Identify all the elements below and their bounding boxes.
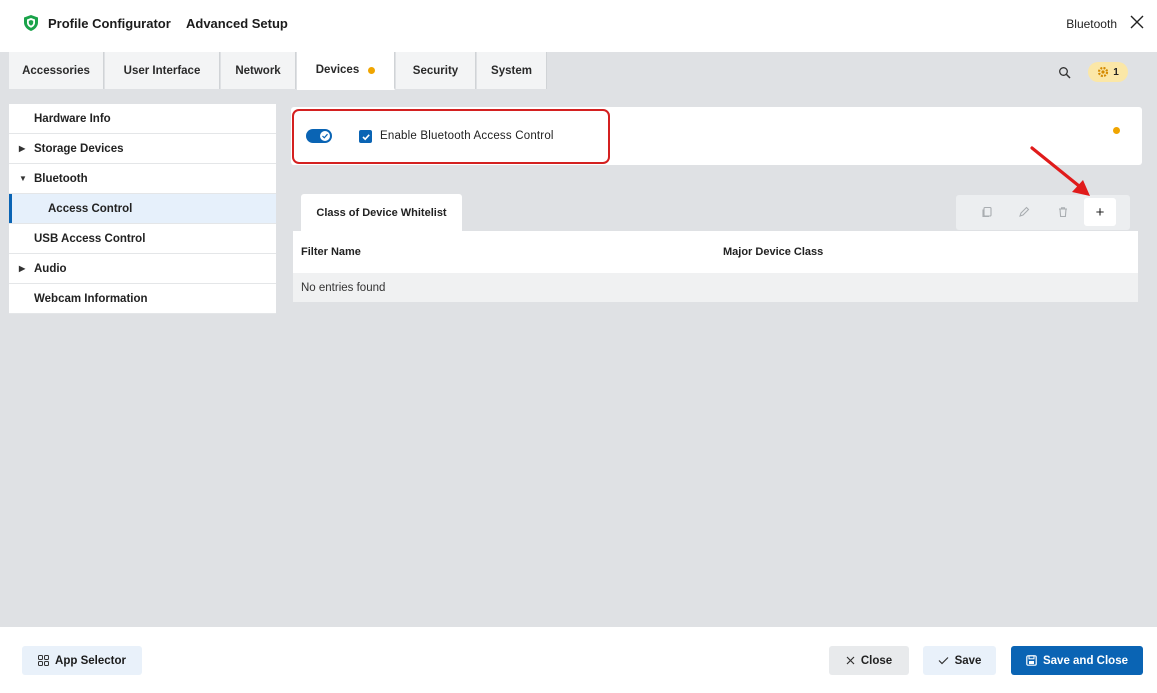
- sidebar-item-access-control[interactable]: Access Control: [9, 194, 276, 224]
- close-button[interactable]: Close: [829, 646, 909, 675]
- tab-user-interface[interactable]: User Interface: [105, 52, 220, 89]
- add-label: +: [1095, 203, 1105, 221]
- sidebar: Hardware Info ▶ Storage Devices ▼ Bluetoot…: [9, 104, 276, 314]
- sidebar-item-label: Webcam Information: [34, 292, 148, 305]
- tab-label: System: [491, 64, 532, 77]
- tab-devices[interactable]: Devices: [297, 52, 395, 90]
- sidebar-item-bluetooth[interactable]: ▼ Bluetooth: [9, 164, 276, 194]
- copy-icon: [982, 206, 992, 218]
- caret-right-icon: ▶: [19, 264, 26, 273]
- close-window-icon[interactable]: [1129, 14, 1145, 30]
- tab-network[interactable]: Network: [221, 52, 296, 89]
- context-label: Bluetooth: [1066, 17, 1117, 31]
- check-icon: [938, 657, 948, 665]
- page-subtitle: Advanced Setup: [186, 16, 288, 31]
- sidebar-item-webcam-information[interactable]: Webcam Information: [9, 284, 276, 314]
- gear-icon: [1098, 66, 1109, 78]
- table-row: No entries found: [293, 273, 1138, 302]
- check-icon: [322, 133, 328, 139]
- enable-checkbox[interactable]: [359, 130, 372, 143]
- tab-label: Security: [412, 64, 459, 77]
- tab-label: Devices: [315, 64, 360, 76]
- sidebar-item-audio[interactable]: ▶ Audio: [9, 254, 276, 284]
- column-major-device-class[interactable]: Major Device Class: [723, 246, 823, 258]
- modified-dot: [368, 66, 376, 74]
- app-selector-button[interactable]: App Selector: [22, 646, 142, 675]
- tab-system[interactable]: System: [477, 52, 547, 89]
- caret-right-icon: ▶: [19, 144, 26, 153]
- save-disk-icon: [1026, 655, 1037, 666]
- search-icon[interactable]: [1058, 66, 1072, 80]
- sidebar-item-storage-devices[interactable]: ▶ Storage Devices: [9, 134, 276, 164]
- whitelist-table: Filter Name Major Device Class No entrie…: [293, 231, 1138, 302]
- sidebar-item-label: Access Control: [48, 202, 133, 215]
- enable-toggle[interactable]: [306, 129, 332, 143]
- app-title: Profile Configurator: [48, 16, 171, 31]
- shield-logo-icon: [24, 15, 38, 31]
- pencil-icon: [1019, 206, 1030, 217]
- close-icon: [846, 656, 855, 665]
- tab-accessories[interactable]: Accessories: [9, 52, 104, 89]
- tab-bar: Accessories User Interface Network Devic…: [0, 52, 1157, 90]
- grid-icon: [38, 655, 50, 666]
- delete-button[interactable]: [1052, 201, 1074, 223]
- sidebar-item-label: Storage Devices: [34, 142, 124, 155]
- trash-icon: [1059, 207, 1067, 218]
- table-toolbar: +: [956, 195, 1130, 230]
- tab-label: Network: [235, 64, 281, 77]
- edit-button[interactable]: [1013, 201, 1035, 223]
- footer-bar: App Selector Close Save Save and Close: [0, 627, 1157, 693]
- tab-label: Class of Device Whitelist: [316, 206, 447, 219]
- notifications-badge[interactable]: 1: [1088, 62, 1128, 82]
- toggle-knob: [320, 131, 330, 141]
- enable-card: Enable Bluetooth Access Control: [291, 107, 1142, 165]
- notification-count: 1: [1113, 66, 1119, 78]
- modified-dot: [1113, 127, 1120, 134]
- caret-down-icon: ▼: [19, 174, 27, 183]
- empty-message: No entries found: [301, 282, 386, 294]
- column-filter-name[interactable]: Filter Name: [301, 246, 361, 258]
- copy-button[interactable]: [976, 201, 998, 223]
- sidebar-item-label: Hardware Info: [34, 112, 111, 125]
- tab-label: User Interface: [123, 64, 201, 77]
- checkmark-icon: [361, 133, 370, 140]
- sidebar-item-usb-access-control[interactable]: USB Access Control: [9, 224, 276, 254]
- app-header: Profile Configurator Advanced Setup Blue…: [0, 0, 1157, 52]
- save-button[interactable]: Save: [923, 646, 996, 675]
- tab-security[interactable]: Security: [396, 52, 476, 89]
- tab-label: Accessories: [22, 64, 90, 77]
- enable-label: Enable Bluetooth Access Control: [380, 130, 554, 142]
- sidebar-item-label: USB Access Control: [34, 232, 146, 245]
- sidebar-item-label: Bluetooth: [34, 172, 88, 185]
- add-button[interactable]: +: [1084, 198, 1116, 226]
- sidebar-item-label: Audio: [34, 262, 67, 275]
- app-selector-label: App Selector: [55, 654, 126, 667]
- tab-class-of-device-whitelist[interactable]: Class of Device Whitelist: [301, 194, 462, 231]
- close-label: Close: [860, 654, 893, 667]
- sidebar-item-hardware-info[interactable]: Hardware Info: [9, 104, 276, 134]
- save-and-close-button[interactable]: Save and Close: [1011, 646, 1143, 675]
- save-label: Save: [954, 654, 982, 667]
- table-header: Filter Name Major Device Class: [293, 231, 1138, 273]
- save-and-close-label: Save and Close: [1042, 654, 1128, 667]
